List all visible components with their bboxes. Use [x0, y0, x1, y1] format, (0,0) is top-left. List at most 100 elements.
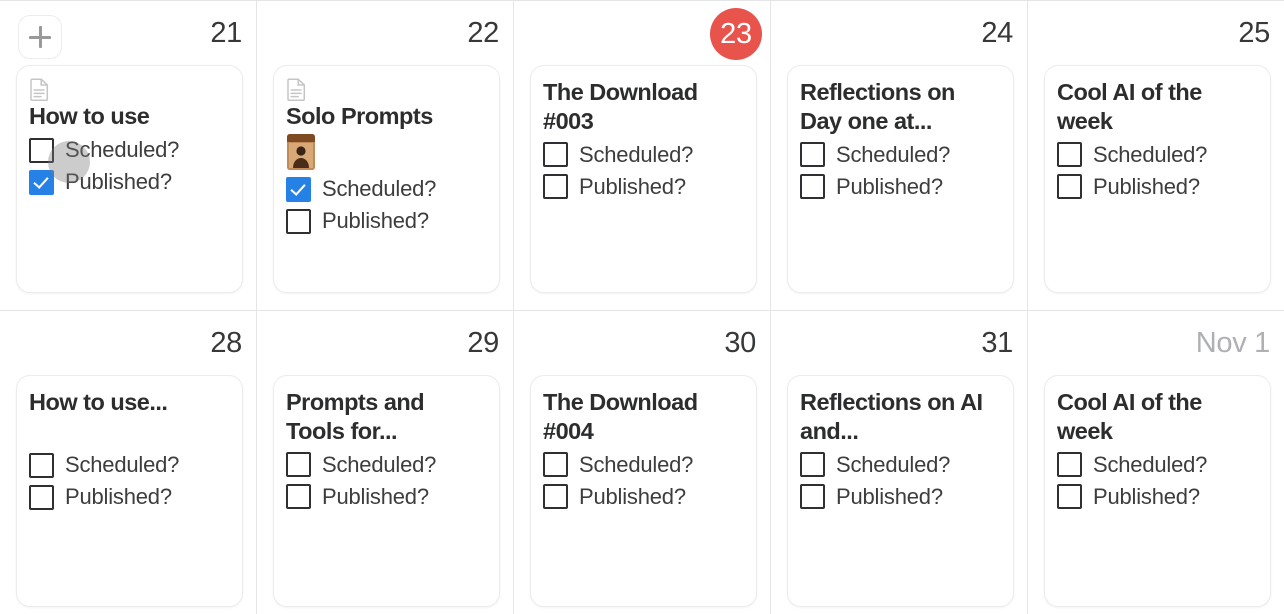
day-header: 28 — [0, 311, 256, 367]
day-number[interactable]: 21 — [210, 18, 242, 48]
published-checkbox[interactable] — [800, 484, 825, 510]
scheduled-label: Scheduled? — [836, 141, 951, 167]
day-cell-29[interactable]: 29 Prompts and Tools for... Scheduled? Publ… — [256, 311, 513, 614]
day-number[interactable]: 24 — [981, 18, 1013, 48]
published-checkbox[interactable] — [29, 169, 54, 195]
day-cell-24[interactable]: 24 Reflections on Day one at... Scheduled?… — [770, 1, 1027, 310]
scheduled-row[interactable]: Scheduled? — [29, 453, 230, 478]
image-thumbnail — [287, 133, 315, 170]
scheduled-row[interactable]: Scheduled? — [1057, 142, 1258, 168]
published-checkbox[interactable] — [543, 174, 568, 200]
event-title: Cool AI of the week — [1057, 79, 1202, 134]
day-number[interactable]: 31 — [981, 328, 1013, 358]
published-checkbox[interactable] — [1057, 484, 1082, 510]
published-row[interactable]: Published? — [29, 485, 230, 510]
published-row[interactable]: Published? — [800, 173, 1001, 200]
event-card[interactable]: Prompts and Tools for... Scheduled? Publis… — [273, 375, 500, 607]
scheduled-label: Scheduled? — [65, 137, 180, 163]
published-row[interactable]: Published? — [286, 208, 487, 234]
published-label: Published? — [1093, 173, 1200, 199]
scheduled-checkbox[interactable] — [29, 453, 54, 478]
day-header: 29 — [257, 311, 513, 367]
scheduled-label: Scheduled? — [1093, 451, 1208, 477]
event-card[interactable]: Reflections on AI and... Scheduled? Publis… — [787, 375, 1014, 607]
published-label: Published? — [65, 484, 172, 510]
day-cell-28[interactable]: 28 How to use... Scheduled? Published? — [0, 311, 256, 614]
published-label: Published? — [836, 483, 943, 509]
published-checkbox[interactable] — [800, 174, 825, 200]
published-checkbox[interactable] — [286, 208, 311, 234]
published-checkbox[interactable] — [29, 485, 54, 510]
scheduled-row[interactable]: Scheduled? — [800, 141, 1001, 168]
event-card[interactable]: The Download #004 Scheduled? Published? — [530, 375, 757, 607]
plus-icon — [29, 26, 51, 48]
day-number[interactable]: 29 — [467, 328, 499, 358]
published-row[interactable]: Published? — [1057, 483, 1258, 510]
published-row[interactable]: Published? — [800, 483, 1001, 510]
document-icon — [287, 78, 306, 101]
published-label: Published? — [836, 173, 943, 199]
scheduled-checkbox[interactable] — [800, 142, 825, 168]
day-cell-30[interactable]: 30 The Download #004 Scheduled? Published? — [513, 311, 770, 614]
scheduled-label: Scheduled? — [322, 176, 437, 202]
day-cell-23[interactable]: 23 The Download #003 Scheduled? Published? — [513, 1, 770, 310]
calendar-month-grid: 21 How to use Scheduled? Published? 22 Solo P… — [0, 0, 1284, 614]
published-label: Published? — [1093, 483, 1200, 509]
scheduled-checkbox[interactable] — [800, 452, 825, 478]
day-number[interactable]: 28 — [210, 328, 242, 358]
scheduled-checkbox[interactable] — [1057, 142, 1082, 168]
scheduled-label: Scheduled? — [65, 452, 180, 478]
scheduled-checkbox[interactable] — [543, 142, 568, 168]
day-number-today[interactable]: 23 — [710, 8, 762, 60]
event-card[interactable]: How to use Scheduled? Published? — [16, 65, 243, 293]
day-cell-nov-1[interactable]: Nov 1 Cool AI of the week Scheduled? Publis… — [1027, 311, 1284, 614]
scheduled-checkbox[interactable] — [286, 452, 311, 478]
scheduled-row[interactable]: Scheduled? — [800, 451, 1001, 478]
scheduled-label: Scheduled? — [836, 451, 951, 477]
event-card[interactable]: The Download #003 Scheduled? Published? — [530, 65, 757, 293]
document-icon — [30, 78, 49, 101]
scheduled-row[interactable]: Scheduled? — [543, 141, 744, 168]
published-row[interactable]: Published? — [29, 169, 230, 195]
scheduled-row[interactable]: Scheduled? — [29, 137, 230, 163]
event-card[interactable]: Reflections on Day one at... Scheduled? Pu… — [787, 65, 1014, 293]
day-number[interactable]: 22 — [467, 18, 499, 48]
day-number[interactable]: 25 — [1238, 18, 1270, 48]
published-row[interactable]: Published? — [1057, 173, 1258, 200]
day-cell-22[interactable]: 22 Solo Prompts Scheduled? Published? — [256, 1, 513, 310]
day-header: Nov 1 — [1028, 311, 1284, 367]
week-row: 21 How to use Scheduled? Published? 22 Solo P… — [0, 0, 1284, 310]
published-row[interactable]: Published? — [543, 483, 744, 510]
published-label: Published? — [322, 483, 429, 509]
published-row[interactable]: Published? — [543, 174, 744, 200]
day-cell-21[interactable]: 21 How to use Scheduled? Published? — [0, 1, 256, 310]
scheduled-label: Scheduled? — [579, 141, 694, 167]
event-card[interactable]: How to use... Scheduled? Published? — [16, 375, 243, 607]
day-cell-25[interactable]: 25 Cool AI of the week Scheduled? Published… — [1027, 1, 1284, 310]
event-card[interactable]: Solo Prompts Scheduled? Published? — [273, 65, 500, 293]
scheduled-row[interactable]: Scheduled? — [1057, 451, 1258, 478]
day-header: 30 — [514, 311, 770, 367]
scheduled-row[interactable]: Scheduled? — [286, 176, 487, 202]
add-event-button[interactable] — [18, 15, 62, 59]
scheduled-checkbox[interactable] — [29, 137, 54, 163]
published-checkbox[interactable] — [1057, 174, 1082, 200]
published-label: Published? — [579, 483, 686, 509]
scheduled-row[interactable]: Scheduled? — [543, 452, 744, 478]
published-row[interactable]: Published? — [286, 483, 487, 510]
event-card[interactable]: Cool AI of the week Scheduled? Published? — [1044, 375, 1271, 607]
event-card[interactable]: Cool AI of the week Scheduled? Published? — [1044, 65, 1271, 293]
day-number[interactable]: 30 — [724, 328, 756, 358]
published-checkbox[interactable] — [543, 484, 568, 510]
day-header: 22 — [257, 1, 513, 57]
scheduled-checkbox[interactable] — [1057, 452, 1082, 478]
day-number[interactable]: Nov 1 — [1196, 328, 1271, 358]
scheduled-checkbox[interactable] — [543, 452, 568, 478]
day-cell-31[interactable]: 31 Reflections on AI and... Scheduled? Publ… — [770, 311, 1027, 614]
day-header: 25 — [1028, 1, 1284, 57]
published-checkbox[interactable] — [286, 484, 311, 510]
scheduled-row[interactable]: Scheduled? — [286, 452, 487, 478]
event-title: Reflections on AI and... — [800, 389, 983, 444]
event-title: Reflections on Day one at... — [800, 79, 955, 134]
scheduled-checkbox[interactable] — [286, 176, 311, 202]
